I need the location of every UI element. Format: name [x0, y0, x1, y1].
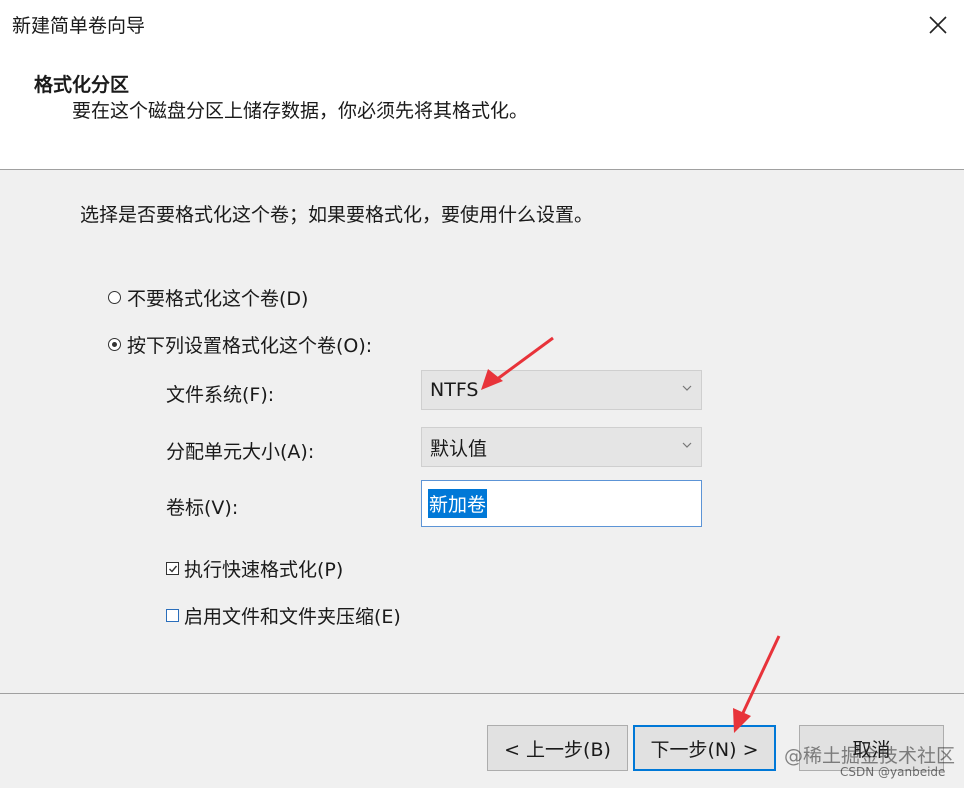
- page-subtitle: 要在这个磁盘分区上储存数据，你必须先将其格式化。: [72, 100, 529, 122]
- volume-label-value: 新加卷: [428, 489, 488, 518]
- chevron-down-icon: [682, 442, 692, 448]
- file-system-label: 文件系统(F):: [166, 384, 275, 406]
- compression-label: 启用文件和文件夹压缩(E): [184, 606, 401, 628]
- quick-format-check-box[interactable]: [166, 562, 179, 575]
- wizard-content: 选择是否要格式化这个卷；如果要格式化，要使用什么设置。 不要格式化这个卷(D) …: [0, 171, 964, 693]
- watermark-sub: CSDN @yanbeide: [840, 765, 946, 779]
- radio-format[interactable]: 按下列设置格式化这个卷(O):: [108, 331, 372, 358]
- radio-no-format-indicator[interactable]: [108, 291, 121, 304]
- instruction-text: 选择是否要格式化这个卷；如果要格式化，要使用什么设置。: [80, 204, 594, 226]
- close-icon: [929, 16, 947, 34]
- page-title: 格式化分区: [34, 74, 130, 96]
- file-system-select[interactable]: NTFS: [421, 370, 702, 410]
- allocation-unit-select[interactable]: 默认值: [421, 427, 702, 467]
- next-button[interactable]: 下一步(N) >: [633, 725, 776, 771]
- file-system-value: NTFS: [430, 379, 479, 401]
- window-title: 新建简单卷向导: [12, 15, 146, 37]
- back-button[interactable]: < 上一步(B): [487, 725, 628, 771]
- wizard-header: 新建简单卷向导 格式化分区 要在这个磁盘分区上储存数据，你必须先将其格式化。: [0, 0, 964, 170]
- allocation-unit-label: 分配单元大小(A):: [166, 441, 315, 463]
- compression-checkbox[interactable]: 启用文件和文件夹压缩(E): [166, 602, 401, 629]
- volume-label-input[interactable]: 新加卷: [421, 480, 702, 527]
- radio-no-format[interactable]: 不要格式化这个卷(D): [108, 284, 308, 311]
- radio-format-label: 按下列设置格式化这个卷(O):: [127, 335, 373, 357]
- volume-label-label: 卷标(V):: [166, 497, 239, 519]
- watermark: @稀土掘金技术社区: [784, 745, 956, 767]
- chevron-down-icon: [682, 385, 692, 391]
- radio-format-indicator[interactable]: [108, 338, 121, 351]
- radio-no-format-label: 不要格式化这个卷(D): [127, 288, 309, 310]
- compression-check-box[interactable]: [166, 609, 179, 622]
- check-icon: [168, 565, 177, 573]
- close-button[interactable]: [921, 8, 955, 42]
- quick-format-label: 执行快速格式化(P): [184, 559, 344, 581]
- allocation-unit-value: 默认值: [430, 437, 488, 460]
- quick-format-checkbox[interactable]: 执行快速格式化(P): [166, 555, 343, 582]
